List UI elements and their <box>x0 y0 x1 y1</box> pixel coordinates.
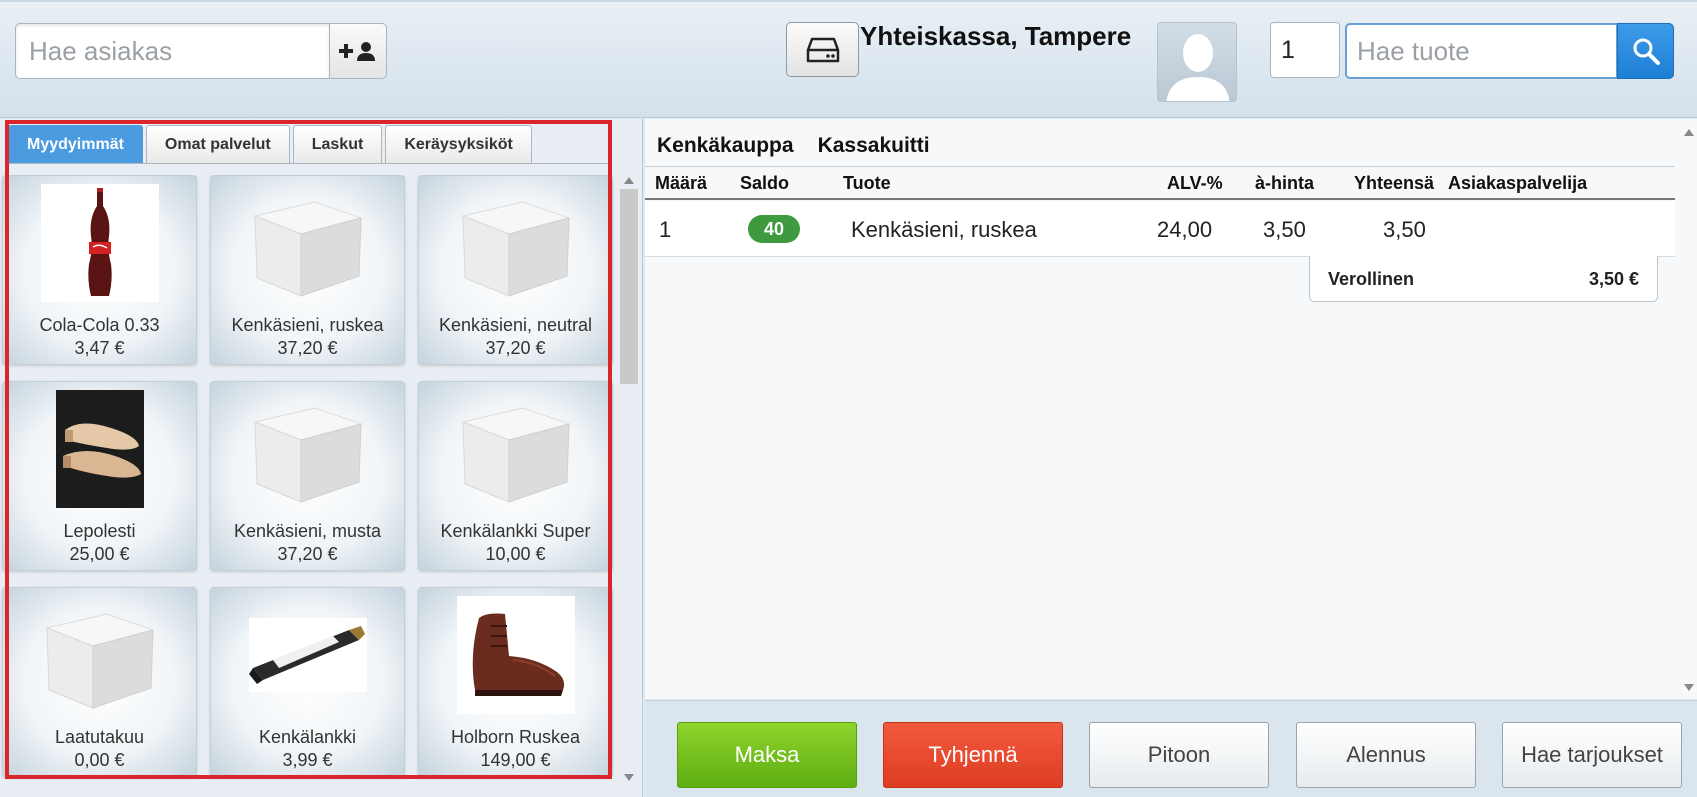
customer-search-input[interactable] <box>15 23 330 79</box>
pay-button[interactable]: Maksa <box>677 722 857 788</box>
product-name: Lepolesti <box>63 521 136 541</box>
row-product: Kenkäsieni, ruskea <box>851 217 1037 242</box>
shoe-tree-icon <box>41 390 159 508</box>
product-price: 149,00 € <box>480 750 551 770</box>
product-grid-scrollbar[interactable] <box>618 169 640 789</box>
row-qty: 1 <box>659 217 672 242</box>
brown-boot-icon <box>456 596 575 714</box>
offers-button[interactable]: Hae tarjoukset <box>1502 722 1682 788</box>
row-unit-price: 3,50 <box>1263 217 1306 242</box>
quantity-input[interactable] <box>1270 22 1340 78</box>
box-icon <box>457 390 575 508</box>
polish-tube-icon <box>248 596 367 714</box>
tab-kassakuitti[interactable]: Kassakuitti <box>818 134 930 158</box>
product-name: Holborn Ruskea <box>450 727 581 747</box>
scroll-up-arrow-icon[interactable] <box>1684 129 1694 136</box>
product-search-input[interactable] <box>1345 23 1618 79</box>
cash-drawer-button[interactable] <box>786 22 859 77</box>
search-icon <box>1633 38 1660 65</box>
plus-user-icon <box>339 42 375 61</box>
saldo-badge: 40 <box>748 215 800 243</box>
drawer-icon <box>806 37 839 62</box>
product-price: 10,00 € <box>485 544 546 564</box>
product-tile[interactable]: Laatutakuu 0,00 € <box>2 587 197 777</box>
product-tile[interactable]: Kenkäsieni, neutral 37,20 € <box>418 175 613 365</box>
column-header: Tuote <box>843 173 891 193</box>
column-header: Asiakaspalvelija <box>1448 173 1588 193</box>
product-tile[interactable]: Cola-Cola 0.33 3,47 € <box>2 175 197 365</box>
tab-myydyimmat[interactable]: Myydyimmät <box>8 125 143 163</box>
total-label: Verollinen <box>1328 269 1415 289</box>
add-customer-button[interactable] <box>329 23 387 79</box>
column-header: Saldo <box>740 173 790 193</box>
scrollbar-thumb[interactable] <box>620 189 638 384</box>
product-price: 37,20 € <box>277 338 338 358</box>
product-tile[interactable]: Kenkälankki Super 10,00 € <box>418 381 613 571</box>
product-name: Laatutakuu <box>54 727 145 747</box>
hold-button[interactable]: Pitoon <box>1089 722 1269 788</box>
product-price: 0,00 € <box>74 750 125 770</box>
receipt-total: Verollinen 3,50 € <box>1309 256 1658 302</box>
table-row[interactable]: 1 40 Kenkäsieni, ruskea 24,00 3,50 3,50 <box>645 201 1675 257</box>
tab-keraysyksikot[interactable]: Keräysyksiköt <box>385 125 532 163</box>
tab-omat-palvelut[interactable]: Omat palvelut <box>145 125 290 163</box>
clear-button[interactable]: Tyhjennä <box>883 722 1063 788</box>
column-header: à-hinta <box>1255 173 1315 193</box>
action-bar: Maksa Tyhjennä Pitoon Alennus Hae tarjou… <box>645 700 1697 797</box>
product-price: 3,99 € <box>282 750 333 770</box>
product-tabs: Myydyimmät Omat palvelut Laskut Keräysyk… <box>8 125 535 163</box>
product-tile[interactable]: Holborn Ruskea 149,00 € <box>418 587 613 777</box>
product-price: 37,20 € <box>277 544 338 564</box>
product-name: Cola-Cola 0.33 <box>39 315 160 335</box>
product-name: Kenkälankki Super <box>440 521 591 541</box>
product-tile[interactable]: Kenkäsieni, ruskea 37,20 € <box>210 175 405 365</box>
column-header: Määrä <box>655 173 708 193</box>
top-bar: Yhteiskassa, Tampere <box>0 0 1697 118</box>
scroll-up-arrow-icon[interactable] <box>624 177 634 184</box>
user-icon <box>1166 34 1230 101</box>
receipt-panel: Kenkäkauppa Kassakuitti Määrä Saldo Tuot… <box>645 119 1697 699</box>
scroll-down-arrow-icon[interactable] <box>1684 684 1694 691</box>
product-price: 25,00 € <box>69 544 130 564</box>
product-price: 37,20 € <box>485 338 546 358</box>
store-title: Yhteiskassa, Tampere <box>860 21 1132 51</box>
box-icon <box>457 184 575 302</box>
discount-button[interactable]: Alennus <box>1296 722 1476 788</box>
product-tile[interactable]: Kenkälankki 3,99 € <box>210 587 405 777</box>
product-name: Kenkälankki <box>258 727 357 747</box>
product-name: Kenkäsieni, ruskea <box>231 315 384 335</box>
receipt-tabs: Kenkäkauppa Kassakuitti <box>657 134 930 158</box>
scroll-down-arrow-icon[interactable] <box>624 774 634 781</box>
row-total: 3,50 <box>1383 217 1426 242</box>
column-header: Yhteensä <box>1354 173 1435 193</box>
box-icon <box>41 596 159 714</box>
row-vat: 24,00 <box>1157 217 1213 242</box>
tab-laskut[interactable]: Laskut <box>292 125 383 163</box>
tab-divider <box>8 163 608 164</box>
column-header: ALV-% <box>1167 173 1223 193</box>
tab-kenkakauppa[interactable]: Kenkäkauppa <box>657 134 794 158</box>
avatar[interactable] <box>1157 22 1237 102</box>
product-panel: Myydyimmät Omat palvelut Laskut Keräysyk… <box>0 119 643 797</box>
box-icon <box>249 390 367 508</box>
box-icon <box>249 184 367 302</box>
product-tile[interactable]: Kenkäsieni, musta 37,20 € <box>210 381 405 571</box>
product-grid: Cola-Cola 0.33 3,47 € Kenkäsieni, ruskea… <box>0 175 614 785</box>
receipt-column-headers: Määrä Saldo Tuote ALV-% à-hinta Yhteensä… <box>645 166 1675 200</box>
product-tile[interactable]: Lepolesti 25,00 € <box>2 381 197 571</box>
product-name: Kenkäsieni, musta <box>233 521 382 541</box>
product-name: Kenkäsieni, neutral <box>438 315 593 335</box>
cola-bottle-icon <box>40 184 159 302</box>
total-value: 3,50 € <box>1588 269 1639 289</box>
product-search-button[interactable] <box>1617 23 1674 79</box>
product-price: 3,47 € <box>74 338 125 358</box>
receipt-scrollbar[interactable] <box>1680 119 1697 699</box>
